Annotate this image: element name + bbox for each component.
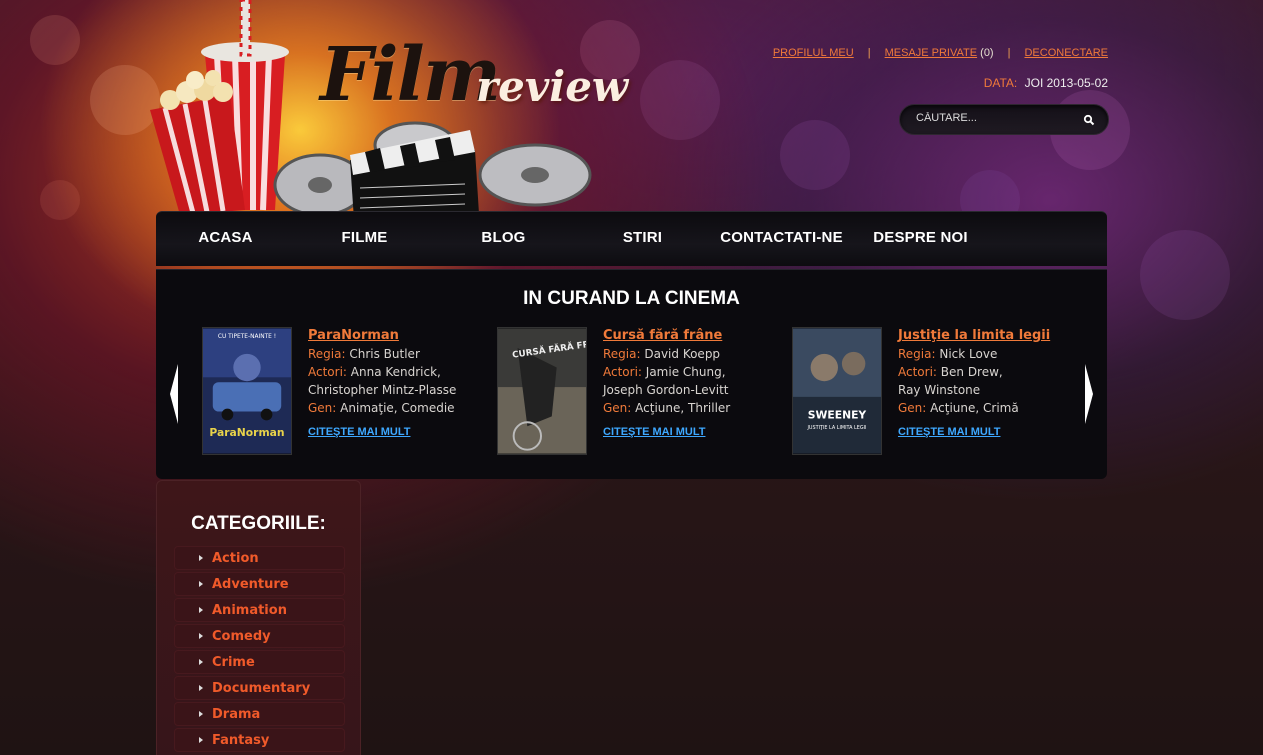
slider-next-arrow-icon[interactable] [1084, 362, 1094, 426]
poster-title: ParaNorman [209, 426, 284, 439]
link-separator: | [867, 47, 871, 59]
category-item-comedy[interactable]: Comedy [174, 624, 345, 648]
movie-title-link[interactable]: Cursă fără frâne [603, 327, 773, 345]
movie-card: CU TIPETE-NAINTE ! ParaNorman ParaNorman… [202, 327, 472, 457]
category-label: Comedy [212, 629, 271, 644]
genre-value: Animaţie, Comedie [340, 401, 455, 415]
coming-soon-slider: IN CURAND LA CINEMA CU TIPETE-NAINTE ! P… [156, 269, 1107, 479]
actors-value: Jamie Chung, [645, 365, 726, 379]
date-label: DATA: [983, 76, 1018, 90]
movie-card: CURSĂ FĂRĂ FRÂNE Cursă fără frâne Regia:… [497, 327, 767, 457]
movie-title-link[interactable]: ParaNorman [308, 327, 478, 345]
read-more-link[interactable]: CITEŞTE MAI MULT [603, 423, 773, 441]
nav-item-despre-noi[interactable]: DESPRE NOI [851, 229, 990, 246]
director-value: Chris Butler [349, 347, 420, 361]
genre-value: Acţiune, Crimă [930, 401, 1019, 415]
category-label: Documentary [212, 681, 311, 696]
bokeh-decoration [1140, 230, 1230, 320]
categories-title: CATEGORIILE: [191, 513, 326, 534]
director-label: Regia: [603, 347, 641, 361]
category-label: Action [212, 551, 259, 566]
category-label: Crime [212, 655, 255, 670]
poster-title: SWEENEY [808, 408, 867, 421]
category-item-fantasy[interactable]: Fantasy [174, 728, 345, 752]
messages-count: (0) [980, 47, 994, 59]
movie-info: Justiţie la limita legii Regia: Nick Lov… [898, 327, 1068, 441]
category-label: Drama [212, 707, 261, 722]
movie-info: ParaNorman Regia: Chris Butler Actori: A… [308, 327, 478, 441]
actors-value: Anna Kendrick, [350, 365, 441, 379]
genre-label: Gen: [603, 401, 632, 415]
category-item-action[interactable]: Action [174, 546, 345, 570]
categories-sidebar: CATEGORIILE: Action Adventure Animation … [156, 480, 361, 755]
logout-link[interactable]: DECONECTARE [1024, 47, 1108, 59]
logo-review-text: review [476, 62, 629, 111]
bokeh-decoration [30, 15, 80, 65]
profile-link[interactable]: PROFILUL MEU [773, 47, 854, 59]
read-more-link[interactable]: CITEŞTE MAI MULT [308, 423, 478, 441]
bullet-arrow-icon [199, 711, 203, 717]
bokeh-decoration [640, 60, 720, 140]
bullet-arrow-icon [199, 607, 203, 613]
bullet-arrow-icon [199, 659, 203, 665]
bokeh-decoration [40, 180, 80, 220]
category-item-documentary[interactable]: Documentary [174, 676, 345, 700]
poster-tagline: CU TIPETE-NAINTE ! [218, 334, 276, 340]
current-date: DATA: JOI 2013-05-02 [984, 76, 1108, 90]
nav-item-blog[interactable]: BLOG [434, 229, 573, 246]
director-value: Nick Love [939, 347, 998, 361]
nav-item-filme[interactable]: FILME [295, 229, 434, 246]
movie-poster-cursa-fara-frane[interactable]: CURSĂ FĂRĂ FRÂNE [497, 327, 587, 455]
category-item-adventure[interactable]: Adventure [174, 572, 345, 596]
bullet-arrow-icon [199, 633, 203, 639]
movie-poster-paranorman[interactable]: CU TIPETE-NAINTE ! ParaNorman [202, 327, 292, 455]
category-label: Adventure [212, 577, 289, 592]
movie-title-link[interactable]: Justiţie la limita legii [898, 327, 1068, 345]
director-label: Regia: [898, 347, 936, 361]
director-label: Regia: [308, 347, 346, 361]
slider-prev-arrow-icon[interactable] [169, 362, 179, 426]
actors-value-cont: Joseph Gordon-Levitt [603, 383, 729, 397]
actors-value-cont: Christopher Mintz-Plasse [308, 383, 457, 397]
search-input[interactable] [916, 112, 1076, 124]
account-links: PROFILUL MEU | MESAJE PRIVATE (0) | DECO… [773, 47, 1108, 59]
private-messages-link[interactable]: MESAJE PRIVATE [885, 47, 978, 59]
actors-value-cont: Ray Winstone [898, 383, 981, 397]
bokeh-decoration [780, 120, 850, 190]
actors-label: Actori: [603, 365, 642, 379]
bullet-arrow-icon [199, 737, 203, 743]
poster-subtitle: JUSTIŢIE LA LIMITA LEGII [806, 425, 866, 431]
actors-value: Ben Drew, [940, 365, 1003, 379]
nav-item-stiri[interactable]: STIRI [573, 229, 712, 246]
director-value: David Koepp [644, 347, 721, 361]
bullet-arrow-icon [199, 685, 203, 691]
search-box [899, 104, 1109, 135]
category-item-drama[interactable]: Drama [174, 702, 345, 726]
main-navigation: ACASA FILME BLOG STIRI CONTACTATI-NE DES… [156, 211, 1107, 266]
search-icon[interactable] [1082, 113, 1096, 127]
link-separator: | [1007, 47, 1011, 59]
logo-film-text: Film [320, 32, 501, 118]
category-label: Animation [212, 603, 287, 618]
movie-card: SWEENEY JUSTIŢIE LA LIMITA LEGII Justiţi… [792, 327, 1062, 457]
genre-label: Gen: [898, 401, 927, 415]
date-value: JOI 2013-05-02 [1024, 76, 1108, 90]
bullet-arrow-icon [199, 581, 203, 587]
nav-item-acasa[interactable]: ACASA [156, 229, 295, 246]
movie-poster-sweeney[interactable]: SWEENEY JUSTIŢIE LA LIMITA LEGII [792, 327, 882, 455]
actors-label: Actori: [898, 365, 937, 379]
movie-info: Cursă fără frâne Regia: David Koepp Acto… [603, 327, 773, 441]
genre-value: Acţiune, Thriller [635, 401, 731, 415]
actors-label: Actori: [308, 365, 347, 379]
genre-label: Gen: [308, 401, 337, 415]
category-label: Fantasy [212, 733, 270, 748]
slider-title: IN CURAND LA CINEMA [523, 288, 740, 309]
read-more-link[interactable]: CITEŞTE MAI MULT [898, 423, 1068, 441]
bullet-arrow-icon [199, 555, 203, 561]
category-item-crime[interactable]: Crime [174, 650, 345, 674]
category-item-animation[interactable]: Animation [174, 598, 345, 622]
nav-item-contactati-ne[interactable]: CONTACTATI-NE [712, 229, 851, 246]
